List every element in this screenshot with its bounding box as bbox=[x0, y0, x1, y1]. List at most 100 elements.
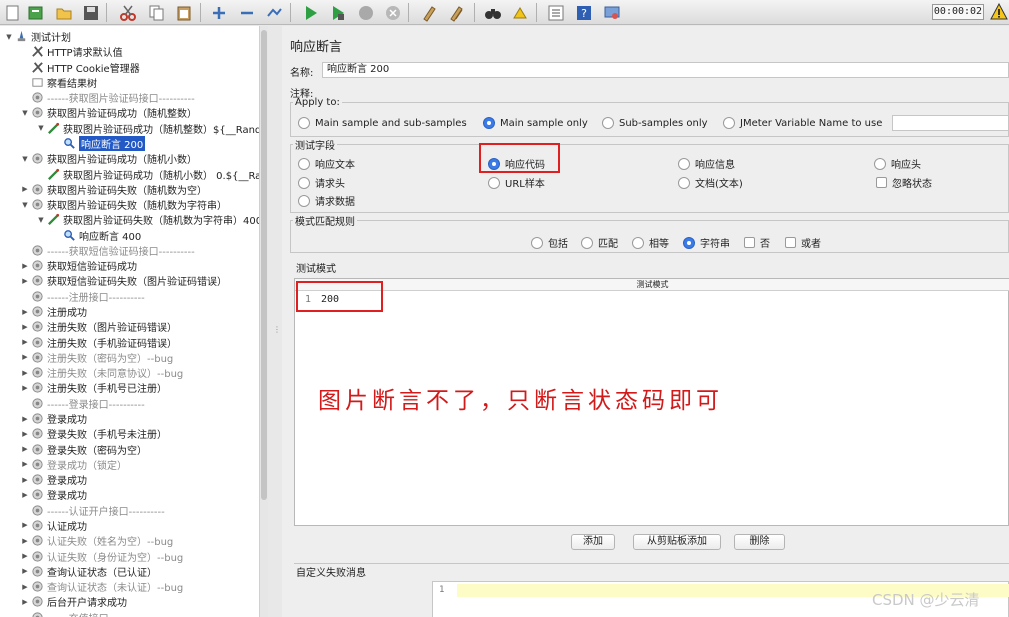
tree-collapsed-icon[interactable]: ▶ bbox=[20, 323, 30, 331]
tree-collapsed-icon[interactable]: ▶ bbox=[20, 430, 30, 438]
variable-name-field[interactable] bbox=[892, 115, 1009, 131]
tree-item[interactable]: ▶ 登录失败（密码为空） bbox=[20, 442, 147, 457]
open-icon[interactable] bbox=[53, 2, 74, 23]
tree-item[interactable]: ------获取短信验证码接口---------- bbox=[20, 243, 195, 258]
tree-item[interactable]: ▶ 注册失败（手机验证码错误） bbox=[20, 335, 177, 350]
test-plan-tree[interactable]: ▼ 测试计划 HTTP请求默认值 HTTP Cookie管理器 察看结果树 ------获… bbox=[0, 26, 262, 617]
tree-collapsed-icon[interactable]: ▶ bbox=[20, 537, 30, 545]
expand-icon[interactable] bbox=[208, 2, 229, 23]
tree-collapsed-icon[interactable]: ▶ bbox=[20, 460, 30, 468]
field-request-headers-radio[interactable]: 请求头 bbox=[298, 175, 345, 190]
apply-main-only-radio[interactable]: Main sample only bbox=[483, 117, 588, 129]
tree-collapsed-icon[interactable]: ▶ bbox=[20, 521, 30, 529]
tree-collapsed-icon[interactable]: ▶ bbox=[20, 384, 30, 392]
add-button[interactable]: 添加 bbox=[571, 534, 615, 550]
shutdown-icon[interactable] bbox=[382, 2, 403, 23]
tree-item[interactable]: ------登录接口---------- bbox=[20, 396, 145, 411]
tree-item[interactable]: ------获取图片验证码接口---------- bbox=[20, 90, 195, 105]
tree-item[interactable]: ▼ 获取图片验证码失败（随机数为字符串） bbox=[20, 197, 227, 212]
start-no-pause-icon[interactable] bbox=[327, 2, 348, 23]
search-icon[interactable] bbox=[482, 2, 503, 23]
tree-collapsed-icon[interactable]: ▶ bbox=[20, 476, 30, 484]
rule-contains-radio[interactable]: 包括 bbox=[531, 235, 568, 250]
cut-icon[interactable] bbox=[117, 2, 138, 23]
tree-item[interactable]: ▶ 查询认证状态（已认证） bbox=[20, 564, 157, 579]
tree-item[interactable]: ▶ 登录成功 bbox=[20, 472, 87, 487]
tree-expanded-icon[interactable]: ▼ bbox=[4, 33, 14, 41]
tree-item[interactable]: ▼ 获取图片验证码成功（随机整数）${__Rando bbox=[36, 121, 261, 136]
tree-item[interactable]: ▶ 认证失败（姓名为空）--bug bbox=[20, 533, 173, 548]
tree-collapsed-icon[interactable]: ▶ bbox=[20, 338, 30, 346]
ignore-status-checkbox[interactable]: 忽略状态 bbox=[876, 175, 932, 190]
tree-item[interactable]: ▶ 登录成功 bbox=[20, 487, 87, 502]
tree-item[interactable]: ▶ 注册失败（密码为空）--bug bbox=[20, 350, 173, 365]
tree-item[interactable]: ▶ 注册失败（手机号已注册） bbox=[20, 380, 167, 395]
rule-matches-radio[interactable]: 匹配 bbox=[581, 235, 618, 250]
tree-collapsed-icon[interactable]: ▶ bbox=[20, 262, 30, 270]
tree-collapsed-icon[interactable]: ▶ bbox=[20, 185, 30, 193]
tree-item[interactable]: HTTP请求默认值 bbox=[20, 44, 123, 59]
rule-or-checkbox[interactable]: 或者 bbox=[785, 235, 821, 250]
tree-expanded-icon[interactable]: ▼ bbox=[20, 201, 30, 209]
function-helper-icon[interactable] bbox=[545, 2, 566, 23]
tree-item[interactable]: ▶ 获取短信验证码失败（图片验证码错误） bbox=[20, 273, 227, 288]
field-url-radio[interactable]: URL样本 bbox=[488, 175, 545, 190]
tree-collapsed-icon[interactable]: ▶ bbox=[20, 567, 30, 575]
apply-variable-radio[interactable]: JMeter Variable Name to use bbox=[723, 117, 882, 129]
apply-main-and-sub-radio[interactable]: Main sample and sub-samples bbox=[298, 117, 467, 129]
new-icon[interactable] bbox=[2, 2, 23, 23]
tree-item[interactable]: ▶ 获取短信验证码成功 bbox=[20, 258, 137, 273]
tree-item[interactable]: ▼ 获取图片验证码成功（随机小数） bbox=[20, 151, 197, 166]
tree-expanded-icon[interactable]: ▼ bbox=[20, 155, 30, 163]
name-field[interactable]: 响应断言 200 bbox=[322, 62, 1009, 78]
tree-item[interactable]: ------注册接口---------- bbox=[20, 289, 145, 304]
rule-not-checkbox[interactable]: 否 bbox=[744, 235, 770, 250]
start-icon[interactable] bbox=[300, 2, 321, 23]
tree-collapsed-icon[interactable]: ▶ bbox=[20, 598, 30, 606]
tree-item[interactable]: ▶ 登录失败（手机号未注册） bbox=[20, 426, 167, 441]
tree-collapsed-icon[interactable]: ▶ bbox=[20, 277, 30, 285]
tree-item[interactable]: ▶ 认证失败（身份证为空）--bug bbox=[20, 549, 183, 564]
field-document-radio[interactable]: 文档(文本) bbox=[678, 175, 743, 190]
toggle-icon[interactable] bbox=[263, 2, 284, 23]
tree-item[interactable]: ▶ 后台开户请求成功 bbox=[20, 594, 127, 609]
tree-item[interactable]: ▼ 测试计划 bbox=[4, 29, 71, 44]
tree-item[interactable]: ▶ 登录成功（锁定） bbox=[20, 457, 127, 472]
tree-collapsed-icon[interactable]: ▶ bbox=[20, 415, 30, 423]
warning-icon[interactable] bbox=[990, 3, 1008, 21]
collapse-icon[interactable] bbox=[236, 2, 257, 23]
paste-icon[interactable] bbox=[173, 2, 194, 23]
tree-collapsed-icon[interactable]: ▶ bbox=[20, 369, 30, 377]
delete-button[interactable]: 删除 bbox=[734, 534, 785, 550]
tree-collapsed-icon[interactable]: ▶ bbox=[20, 552, 30, 560]
templates-icon[interactable] bbox=[25, 2, 46, 23]
tree-collapsed-icon[interactable]: ▶ bbox=[20, 491, 30, 499]
stop-icon[interactable] bbox=[355, 2, 376, 23]
pattern-row[interactable]: 1 200 bbox=[295, 293, 1009, 309]
copy-icon[interactable] bbox=[146, 2, 167, 23]
tree-item[interactable]: ------认证开户接口---------- bbox=[20, 503, 165, 518]
tree-item[interactable]: ▶ 查询认证状态（未认证）--bug bbox=[20, 579, 183, 594]
rule-substring-radio[interactable]: 字符串 bbox=[683, 235, 730, 250]
tree-expanded-icon[interactable]: ▼ bbox=[20, 109, 30, 117]
panel-splitter[interactable] bbox=[269, 26, 281, 617]
tree-item[interactable]: 响应断言 200 bbox=[52, 135, 146, 151]
tree-item[interactable]: ▶ 注册失败（图片验证码错误） bbox=[20, 319, 177, 334]
field-response-message-radio[interactable]: 响应信息 bbox=[678, 156, 735, 171]
tree-expanded-icon[interactable]: ▼ bbox=[36, 124, 46, 132]
tree-item[interactable]: ▶ 注册失败（未同意协议）--bug bbox=[20, 365, 183, 380]
field-response-text-radio[interactable]: 响应文本 bbox=[298, 156, 355, 171]
tree-item[interactable]: 获取图片验证码成功（随机小数） 0.${__Ran bbox=[36, 167, 261, 182]
field-response-headers-radio[interactable]: 响应头 bbox=[874, 156, 921, 171]
tree-item[interactable]: ▼ 获取图片验证码失败（随机数为字符串）400 bbox=[36, 212, 261, 227]
tree-item[interactable]: 响应断言 400 bbox=[52, 228, 141, 243]
tree-item[interactable]: ▶ 登录成功 bbox=[20, 411, 87, 426]
apply-sub-only-radio[interactable]: Sub-samples only bbox=[602, 117, 708, 129]
tree-collapsed-icon[interactable]: ▶ bbox=[20, 308, 30, 316]
tree-collapsed-icon[interactable]: ▶ bbox=[20, 583, 30, 591]
tree-item[interactable]: HTTP Cookie管理器 bbox=[20, 60, 140, 75]
tree-item[interactable]: ▼ 获取图片验证码成功（随机整数） bbox=[20, 105, 197, 120]
tree-scrollbar-thumb[interactable] bbox=[261, 30, 267, 500]
tree-collapsed-icon[interactable]: ▶ bbox=[20, 445, 30, 453]
rule-equals-radio[interactable]: 相等 bbox=[632, 235, 669, 250]
